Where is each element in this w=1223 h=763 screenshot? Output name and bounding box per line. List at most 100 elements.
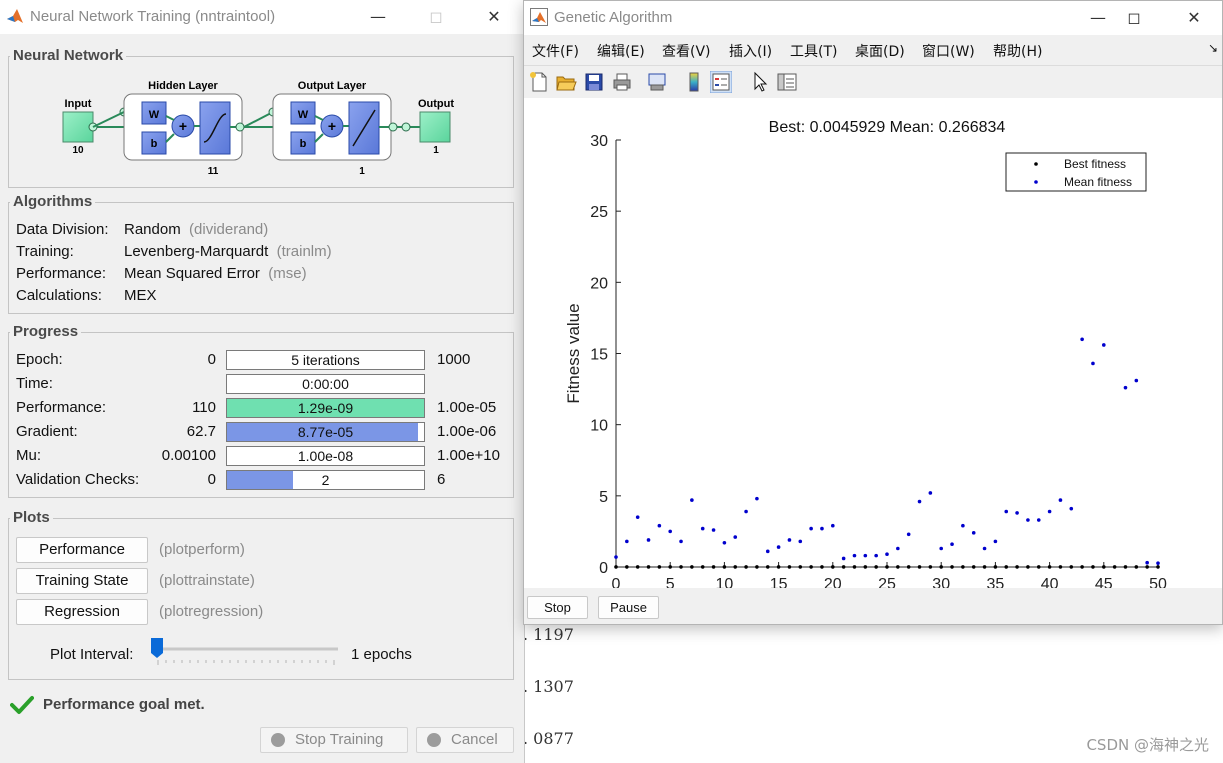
mean-fitness-point xyxy=(993,539,998,544)
console-line: . 1307 xyxy=(523,677,574,696)
print-icon[interactable] xyxy=(611,71,633,93)
plot-interval-label: Plot Interval: xyxy=(50,646,134,663)
algorithm-name: Mean Squared Error xyxy=(124,265,260,282)
best-fitness-point xyxy=(614,565,618,569)
stop-button[interactable]: Stop xyxy=(527,596,588,619)
mean-fitness-point xyxy=(700,526,705,531)
best-fitness-point xyxy=(1123,565,1128,569)
training-state-plot-button[interactable]: Training State xyxy=(16,568,148,594)
mean-fitness-point xyxy=(744,509,748,514)
y-tick-label: 20 xyxy=(590,275,608,292)
group-title: Neural Network xyxy=(10,47,127,64)
stop-training-button: Stop Training xyxy=(260,727,408,753)
algorithm-value: Mean Squared Error (mse) xyxy=(124,265,307,282)
best-fitness-point xyxy=(733,565,738,569)
output-label: Output xyxy=(418,98,454,110)
algorithm-name: Random xyxy=(124,221,181,238)
y-axis-label: Fitness value xyxy=(564,303,583,403)
y-tick-label: 10 xyxy=(590,418,608,435)
x-tick-label: 25 xyxy=(878,576,896,588)
mean-fitness-point xyxy=(831,523,835,528)
menu-desktop[interactable]: 桌面(D) xyxy=(855,41,905,61)
maximize-icon[interactable]: ◻ xyxy=(1114,5,1154,31)
progress-label: Mu: xyxy=(16,447,42,464)
new-figure-icon[interactable] xyxy=(528,71,550,93)
minimize-icon[interactable]: — xyxy=(1078,5,1118,31)
legend-icon[interactable] xyxy=(710,71,732,93)
best-fitness-point xyxy=(1004,565,1009,569)
save-icon[interactable] xyxy=(583,71,605,93)
legend-entry: Mean fitness xyxy=(1064,175,1132,189)
mean-fitness-point xyxy=(1036,518,1041,522)
close-icon[interactable]: ✕ xyxy=(474,4,514,30)
menu-tools[interactable]: 工具(T) xyxy=(790,41,837,61)
print-preview-icon[interactable] xyxy=(646,71,668,93)
algorithm-value: Random (dividerand) xyxy=(124,221,268,238)
algorithm-label: Training: xyxy=(16,243,74,260)
algorithm-label: Performance: xyxy=(16,265,107,282)
best-fitness-point xyxy=(939,565,943,569)
checkmark-icon xyxy=(10,696,34,714)
x-tick-label: 5 xyxy=(666,576,675,588)
x-tick-label: 45 xyxy=(1095,576,1113,588)
menu-view[interactable]: 查看(V) xyxy=(662,41,711,61)
fitness-chart: Best: 0.0045929 Mean: 0.266834 0 5 10 15 20 25… xyxy=(564,119,1167,617)
mean-fitness-point xyxy=(917,499,922,504)
mean-fitness-point xyxy=(625,539,629,544)
maximize-icon: ◻ xyxy=(429,7,443,26)
menu-window[interactable]: 窗口(W) xyxy=(922,41,975,61)
best-fitness-point xyxy=(722,565,727,569)
best-fitness-point xyxy=(1047,565,1052,569)
slider-thumb[interactable] xyxy=(151,638,163,658)
pause-button[interactable]: Pause xyxy=(598,596,659,619)
close-icon[interactable]: ✕ xyxy=(1174,5,1214,31)
best-fitness-point xyxy=(1015,565,1019,569)
console-line: . 0877 xyxy=(523,729,574,748)
progress-bar: 0:00:00 xyxy=(226,374,425,394)
menu-edit[interactable]: 编辑(E) xyxy=(597,41,645,61)
menu-help[interactable]: 帮助(H) xyxy=(993,41,1042,61)
menu-insert[interactable]: 插入(I) xyxy=(729,41,772,61)
plot-fn-label: (plotregression) xyxy=(159,603,264,620)
performance-plot-button[interactable]: Performance xyxy=(16,537,148,563)
progress-current-value: 8.77e-05 xyxy=(297,424,354,440)
colorbar-icon[interactable] xyxy=(683,71,705,93)
plot-fn-label: (plotperform) xyxy=(159,541,245,558)
open-file-icon[interactable] xyxy=(555,71,577,93)
genetic-algorithm-window: Genetic Algorithm — ◻ ✕ 文件(F) 编辑(E) 查看(V… xyxy=(523,0,1223,625)
property-editor-icon[interactable] xyxy=(776,71,798,93)
best-fitness-point xyxy=(874,565,878,569)
mean-fitness-point xyxy=(646,538,651,542)
mean-fitness-point xyxy=(863,553,868,558)
progress-end-value: 1.00e-06 xyxy=(437,423,497,440)
mean-fitness-point xyxy=(1134,378,1139,383)
progress-current-value: 0:00:00 xyxy=(302,376,349,392)
best-fitness-point xyxy=(993,565,998,569)
best-fitness-point xyxy=(700,565,705,569)
best-fitness-point xyxy=(679,565,683,569)
mean-fitness-point xyxy=(885,552,889,556)
minimize-icon[interactable]: — xyxy=(358,4,398,30)
best-fitness-point xyxy=(906,565,911,569)
menu-file[interactable]: 文件(F) xyxy=(532,41,579,61)
weight-label: W xyxy=(298,109,309,121)
progress-start-value: 0 xyxy=(207,351,216,368)
best-fitness-point xyxy=(928,565,933,569)
mean-fitness-point xyxy=(1091,361,1095,366)
best-fitness-point xyxy=(863,565,868,569)
pointer-icon[interactable] xyxy=(749,71,771,93)
regression-plot-button[interactable]: Regression xyxy=(16,599,148,625)
hidden-size: 11 xyxy=(208,166,219,177)
mean-fitness-point xyxy=(755,496,759,501)
best-fitness-point xyxy=(971,565,976,569)
best-fitness-point xyxy=(820,565,824,569)
dock-arrow-icon[interactable]: ↘ xyxy=(1208,41,1218,55)
best-fitness-point xyxy=(885,565,889,569)
progress-bar: 8.77e-05 xyxy=(226,422,425,442)
output-size: 1 xyxy=(433,145,439,156)
window-title: Genetic Algorithm xyxy=(554,9,673,26)
y-tick-label: 5 xyxy=(599,489,608,506)
console-line: . 1197 xyxy=(523,625,574,644)
progress-label: Gradient: xyxy=(16,423,78,440)
plot-interval-slider[interactable] xyxy=(148,636,342,670)
